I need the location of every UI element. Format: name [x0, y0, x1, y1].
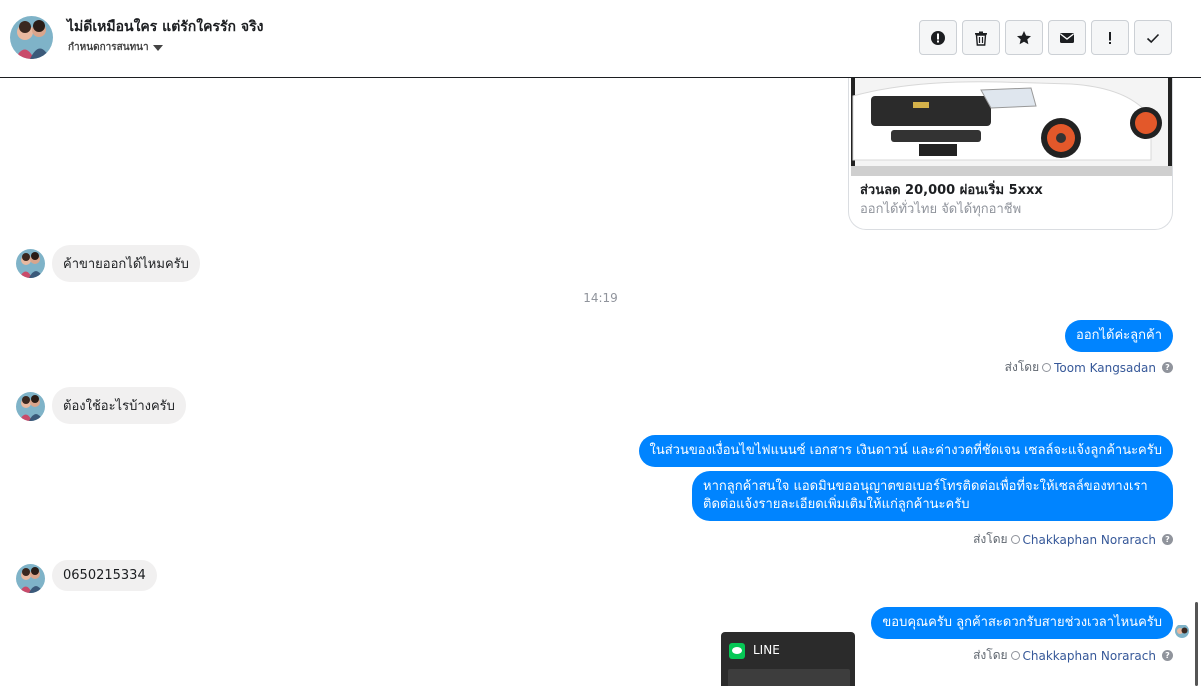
message-thread[interactable]: ส่วนลด 20,000 ผ่อนเริ่ม 5xxx ออกได้ทั่วไ… — [0, 78, 1201, 686]
contact-avatar-small — [16, 564, 45, 593]
envelope-icon — [1060, 32, 1074, 43]
sender-name-link[interactable]: Chakkaphan Norarach — [1023, 533, 1156, 547]
verified-icon — [1010, 535, 1020, 544]
outgoing-message[interactable]: ออกได้ค่ะลูกค้า — [1065, 320, 1173, 352]
delete-button[interactable] — [962, 20, 1000, 55]
mark-done-button[interactable] — [1134, 20, 1172, 55]
conversation-settings-label: กำหนดการสนทนา — [68, 42, 149, 53]
line-app-icon — [729, 643, 745, 659]
trash-icon — [975, 31, 987, 46]
conversation-settings-dropdown[interactable]: กำหนดการสนทนา — [68, 40, 163, 55]
mark-unread-button[interactable] — [1048, 20, 1086, 55]
line-window-thumbnail[interactable] — [728, 669, 850, 686]
line-app-preview[interactable]: LINE — [721, 632, 855, 686]
sent-by-label: ส่งโดย — [973, 648, 1008, 662]
ad-subtitle: ออกได้ทั่วไทย จัดได้ทุกอาชีพ — [860, 202, 1022, 217]
contact-avatar[interactable] — [10, 16, 53, 59]
contact-avatar-small — [16, 249, 45, 278]
alert-circle-icon — [931, 30, 945, 45]
ad-car-image — [851, 78, 1172, 176]
conversation-toolbar — [919, 20, 1172, 55]
exclamation-icon — [1109, 31, 1111, 44]
scrollbar[interactable] — [1195, 602, 1198, 686]
help-icon[interactable]: ? — [1162, 650, 1173, 661]
help-icon[interactable]: ? — [1162, 362, 1173, 373]
outgoing-message[interactable]: ในส่วนของเงื่อนไขไฟแนนซ์ เอกสาร เงินดาวน… — [638, 435, 1173, 467]
sent-by-info: ส่งโดย Chakkaphan Norarach ? — [973, 646, 1173, 665]
outgoing-message[interactable]: หากลูกค้าสนใจ แอดมินขออนุญาตขอเบอร์โทรติ… — [692, 471, 1173, 521]
sender-name-link[interactable]: Chakkaphan Norarach — [1023, 649, 1156, 663]
sender-name-link[interactable]: Toom Kangsadan — [1054, 361, 1156, 375]
contact-avatar-small — [16, 392, 45, 421]
contact-name[interactable]: ไม่ดีเหมือนใคร แต่รักใครรัก จริง — [67, 16, 263, 38]
verified-icon — [1010, 651, 1020, 660]
help-icon[interactable]: ? — [1162, 534, 1173, 545]
check-icon — [1146, 33, 1160, 43]
seen-avatar — [1175, 624, 1189, 638]
line-app-label: LINE — [753, 643, 780, 657]
sent-by-label: ส่งโดย — [973, 532, 1008, 546]
ad-title: ส่วนลด 20,000 ผ่อนเริ่ม 5xxx — [860, 183, 1043, 198]
ad-reference-card[interactable]: ส่วนลด 20,000 ผ่อนเริ่ม 5xxx ออกได้ทั่วไ… — [848, 78, 1173, 230]
sent-by-info: ส่งโดย Chakkaphan Norarach ? — [973, 530, 1173, 549]
verified-icon — [1042, 363, 1052, 372]
report-spam-button[interactable] — [919, 20, 957, 55]
outgoing-message[interactable]: ขอบคุณครับ ลูกค้าสะดวกรับสายช่วงเวลาไหนค… — [871, 607, 1173, 639]
star-button[interactable] — [1005, 20, 1043, 55]
star-icon — [1017, 30, 1031, 44]
conversation-header: ไม่ดีเหมือนใคร แต่รักใครรัก จริง กำหนดกา… — [0, 0, 1201, 78]
caret-down-icon — [152, 45, 163, 51]
follow-up-button[interactable] — [1091, 20, 1129, 55]
sent-by-info: ส่งโดย Toom Kangsadan ? — [1005, 358, 1173, 377]
incoming-message[interactable]: ค้าขายออกได้ไหมครับ — [52, 245, 200, 282]
sent-by-label: ส่งโดย — [1004, 360, 1040, 374]
incoming-message[interactable]: ต้องใช้อะไรบ้างครับ — [52, 387, 186, 424]
incoming-message[interactable]: 0650215334 — [52, 560, 157, 591]
message-timestamp: 14:19 — [583, 291, 618, 305]
